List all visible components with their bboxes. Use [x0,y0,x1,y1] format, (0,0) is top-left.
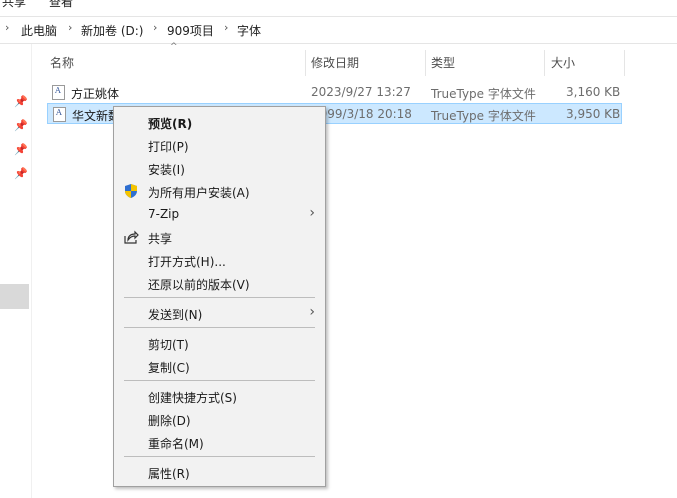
file-date: 1999/3/18 20:18 [312,107,412,121]
chevron-right-icon[interactable]: › [224,21,228,34]
file-size: 3,160 KB [566,85,621,99]
menu-item-delete[interactable]: 删除(D) [114,408,325,430]
chevron-right-icon: › [309,205,315,221]
menu-item-label: 7-Zip [148,207,180,221]
menu-separator [124,380,315,381]
file-type: TrueType 字体文件 [431,87,536,101]
pin-icon: 📌 [14,143,28,156]
ribbon-tab-share[interactable]: 共享 [2,0,26,10]
address-bar[interactable]: › 此电脑 › 新加卷 (D:) › 909项目 › 字体 [0,17,677,43]
column-header-date[interactable]: 修改日期 [311,50,359,76]
nav-selected-item[interactable] [0,284,29,309]
menu-item-share[interactable]: 共享 [114,226,325,248]
pin-icon: 📌 [14,95,28,108]
ribbon-tab-view[interactable]: 查看 [49,0,73,10]
pin-icon: 📌 [14,167,28,180]
menu-item-label: 剪切(T) [148,338,189,352]
chevron-right-icon: › [309,304,315,320]
column-divider[interactable] [425,50,426,76]
menu-item-label: 为所有用户安装(A) [148,186,250,200]
menu-separator [124,456,315,457]
file-date: 2023/9/27 13:27 [311,85,411,99]
breadcrumb-drive-d[interactable]: 新加卷 (D:) [81,22,143,39]
menu-item-restore-versions[interactable]: 还原以前的版本(V) [114,272,325,294]
menu-separator [124,327,315,328]
menu-item-open-with[interactable]: 打开方式(H)... [114,249,325,271]
pin-icon: 📌 [14,119,28,132]
menu-item-install[interactable]: 安装(I) [114,157,325,179]
menu-item-label: 打开方式(H)... [148,255,226,269]
menu-item-rename[interactable]: 重命名(M) [114,431,325,453]
font-file-icon [53,107,66,122]
menu-item-label: 创建快捷方式(S) [148,391,237,405]
share-icon [124,230,139,244]
address-divider [0,43,677,44]
column-divider[interactable] [624,50,625,76]
menu-item-label: 安装(I) [148,163,185,177]
menu-item-label: 共享 [148,232,173,246]
column-header-size[interactable]: 大小 [551,50,575,76]
file-size: 3,950 KB [566,107,621,121]
breadcrumb-fonts[interactable]: 字体 [237,22,261,39]
navigation-pane[interactable]: 📌 📌 📌 📌 [0,44,32,498]
file-name: 方正姚体 [71,87,120,101]
chevron-right-icon[interactable]: › [5,21,9,34]
breadcrumb-project[interactable]: 909项目 [167,22,214,39]
shield-icon [125,184,137,198]
chevron-right-icon[interactable]: › [68,21,72,34]
table-row[interactable]: 方正姚体 2023/9/27 13:27 TrueType 字体文件 3,160… [47,82,622,103]
menu-item-cut[interactable]: 剪切(T) [114,332,325,354]
column-header-type[interactable]: 类型 [431,50,455,76]
menu-item-properties[interactable]: 属性(R) [114,461,325,483]
sort-ascending-icon: ^ [170,42,178,52]
column-divider[interactable] [544,50,545,76]
menu-item-label: 删除(D) [148,414,191,428]
font-file-icon [52,85,65,100]
menu-item-label: 重命名(M) [148,437,204,451]
menu-item-print[interactable]: 打印(P) [114,134,325,156]
menu-item-install-all-users[interactable]: 为所有用户安装(A) [114,180,325,202]
file-type: TrueType 字体文件 [431,109,536,123]
chevron-right-icon[interactable]: › [153,21,157,34]
ribbon-tabs: 共享 查看 [0,0,677,17]
menu-item-label: 打印(P) [148,140,189,154]
menu-item-label: 属性(R) [148,467,190,481]
menu-item-create-shortcut[interactable]: 创建快捷方式(S) [114,385,325,407]
menu-item-label: 发送到(N) [148,308,203,322]
context-menu: 预览(R) 打印(P) 安装(I) 为所有用户安装(A) 7-Zip › 共享 … [113,106,326,487]
menu-item-label: 还原以前的版本(V) [148,278,250,292]
menu-item-copy[interactable]: 复制(C) [114,355,325,377]
column-header-name[interactable]: 名称 [50,50,74,76]
menu-item-label: 复制(C) [148,361,190,375]
column-divider[interactable] [305,50,306,76]
menu-item-send-to[interactable]: 发送到(N) › [114,302,325,324]
menu-item-label: 预览(R) [148,117,193,131]
breadcrumb-this-pc[interactable]: 此电脑 [21,22,57,39]
menu-item-preview[interactable]: 预览(R) [114,111,325,133]
menu-item-7zip[interactable]: 7-Zip › [114,203,325,225]
menu-separator [124,297,315,298]
